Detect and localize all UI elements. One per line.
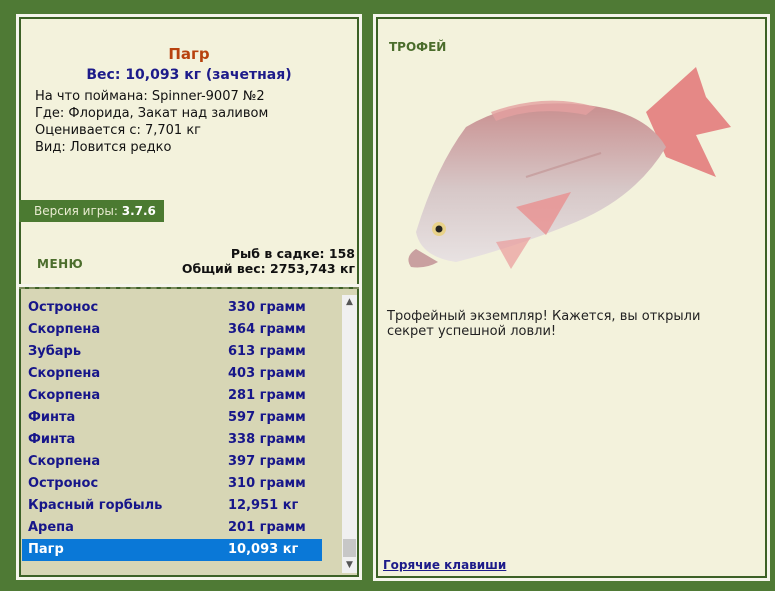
- fish-value: Оценивается с: 7,701 кг: [35, 123, 202, 138]
- menu-button[interactable]: МЕНЮ: [37, 257, 83, 271]
- list-item-name: Остронос: [28, 300, 99, 315]
- list-item[interactable]: Арепа 201 грамм: [22, 517, 322, 539]
- list-item[interactable]: Остронос 330 грамм: [22, 297, 322, 319]
- catch-stats: Рыб в садке: 158 Общий вес: 2753,743 кг: [182, 246, 355, 276]
- total-weight: Общий вес: 2753,743 кг: [181, 261, 355, 276]
- scroll-thumb[interactable]: [343, 539, 356, 557]
- fish-name: Пагр: [168, 45, 210, 63]
- list-item[interactable]: Скорпена 364 грамм: [22, 319, 322, 341]
- list-item[interactable]: Остронос 310 грамм: [22, 473, 322, 495]
- fish-image: [408, 67, 731, 269]
- list-item-name: Остронос: [28, 476, 99, 491]
- list-item-name: Финта: [28, 432, 76, 447]
- fish-info-panel: Пагр Вес: 10,093 кг (зачетная) На что по…: [16, 14, 362, 290]
- catch-list-panel: Остронос 330 грамм Скорпена 364 грамм Зубарь…: [16, 284, 362, 580]
- list-item-name: Скорпена: [28, 388, 101, 403]
- list-item-name: Арепа: [28, 520, 74, 535]
- fish-kind: Вид: Ловится редко: [35, 140, 172, 155]
- version-label: Версия игры:: [34, 204, 122, 218]
- trophy-panel: ТРОФЕЙ Трофейный экземпляр! Кажется, вы …: [373, 14, 770, 581]
- list-item-weight: 403 грамм: [228, 366, 306, 381]
- list-item-weight: 613 грамм: [228, 344, 306, 359]
- list-item-weight: 10,093 кг: [228, 542, 299, 557]
- list-item-weight: 330 грамм: [228, 300, 306, 315]
- fish-place: Где: Флорида, Закат над заливом: [35, 106, 269, 121]
- list-item-name: Скорпена: [28, 366, 101, 381]
- list-item[interactable]: Финта 597 грамм: [22, 407, 322, 429]
- hotkeys-link[interactable]: Горячие клавиши: [383, 558, 506, 572]
- trophy-text: Трофейный экземпляр! Кажется, вы открыли…: [387, 309, 701, 339]
- list-item[interactable]: Скорпена 397 грамм: [22, 451, 322, 473]
- trophy-label: ТРОФЕЙ: [389, 40, 447, 54]
- list-item-name: Скорпена: [28, 454, 101, 469]
- list-item-weight: 597 грамм: [228, 410, 306, 425]
- fish-bait: На что поймана: Spinner-9007 №2: [35, 89, 265, 104]
- list-item-weight: 201 грамм: [228, 520, 306, 535]
- scroll-down-icon[interactable]: ▼: [342, 558, 357, 573]
- list-item-name: Финта: [28, 410, 76, 425]
- list-item-name: Пагр: [28, 542, 64, 557]
- list-item-weight: 397 грамм: [228, 454, 306, 469]
- list-item[interactable]: Красный горбыль 12,951 кг: [22, 495, 322, 517]
- list-item-weight: 310 грамм: [228, 476, 306, 491]
- list-item-weight: 338 грамм: [228, 432, 306, 447]
- version-number: 3.7.6: [121, 204, 156, 218]
- scrollbar[interactable]: ▲ ▼: [342, 295, 357, 573]
- fish-weight: Вес: 10,093 кг (зачетная): [86, 67, 292, 83]
- version-bar: Версия игры: 3.7.6: [19, 200, 164, 222]
- divider: [19, 287, 359, 291]
- list-item[interactable]: Пагр 10,093 кг: [22, 539, 322, 561]
- list-item-weight: 12,951 кг: [228, 498, 299, 513]
- list-item[interactable]: Зубарь 613 грамм: [22, 341, 322, 363]
- list-item-weight: 364 грамм: [228, 322, 306, 337]
- scroll-up-icon[interactable]: ▲: [342, 295, 357, 310]
- list-item-weight: 281 грамм: [228, 388, 306, 403]
- fish-count: Рыб в садке: 158: [230, 246, 355, 261]
- list-item[interactable]: Скорпена 281 грамм: [22, 385, 322, 407]
- list-item-name: Скорпена: [28, 322, 101, 337]
- list-item-name: Красный горбыль: [28, 498, 163, 513]
- list-item-name: Зубарь: [28, 344, 82, 359]
- list-item[interactable]: Скорпена 403 грамм: [22, 363, 322, 385]
- catch-list[interactable]: Остронос 330 грамм Скорпена 364 грамм Зубарь…: [22, 297, 322, 561]
- list-item[interactable]: Финта 338 грамм: [22, 429, 322, 451]
